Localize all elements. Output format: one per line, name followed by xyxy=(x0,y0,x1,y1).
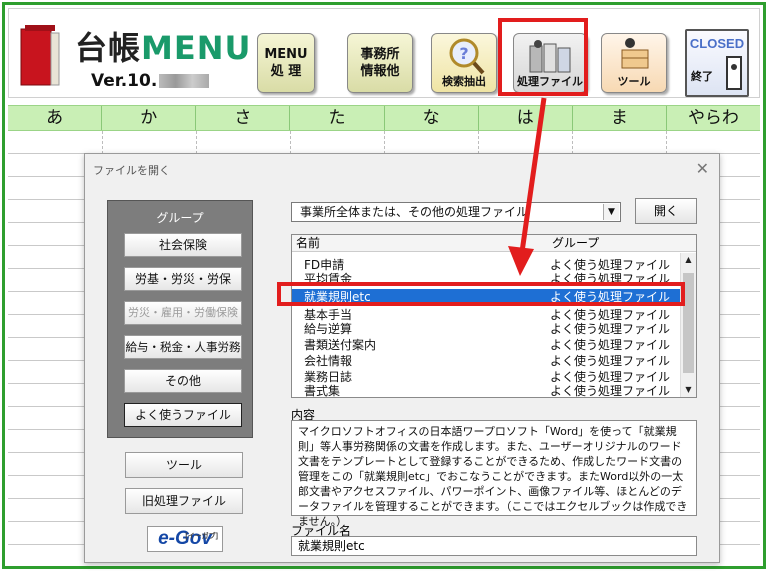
menu-label-line2: 処 理 xyxy=(270,64,302,79)
kana-tab-sa[interactable]: さ xyxy=(196,106,291,130)
scroll-up-icon[interactable]: ▲ xyxy=(681,253,696,267)
closed-sub-label: 終了 xyxy=(691,70,713,83)
close-icon[interactable]: ✕ xyxy=(696,159,709,178)
version-number-redacted xyxy=(159,74,210,88)
list-item-name: 書類送付案内 xyxy=(304,338,377,352)
list-item-group: よく使う処理ファイル xyxy=(550,354,671,368)
kana-tab-ka[interactable]: か xyxy=(102,106,197,130)
open-button[interactable]: 開く xyxy=(635,198,697,224)
tool-person-icon xyxy=(621,38,649,69)
office-info-button[interactable]: 事務所 情報他 xyxy=(347,33,413,93)
app-logo-title: 台帳MENU xyxy=(75,23,251,69)
close-app-button[interactable]: CLOSED 終了 xyxy=(685,29,749,97)
egov-logo-button[interactable]: e-Gov [イーガブ] xyxy=(147,526,223,552)
file-list[interactable]: 名前 グループ FD申請 よく使う処理ファイル 平均賃金 よく使う処理ファイル 就業… xyxy=(291,234,697,398)
group-button-labor-standards[interactable]: 労基・労災・労保 xyxy=(124,267,242,291)
group-button-frequent-files[interactable]: よく使うファイル xyxy=(124,403,242,427)
filename-field[interactable]: 就業規則etc xyxy=(291,536,697,556)
search-label: 検索抽出 xyxy=(442,75,486,88)
content-description: マイクロソフトオフィスの日本語ワープロソフト「Word」を使って「就業規則」等人… xyxy=(291,420,697,528)
exit-door-icon xyxy=(726,56,742,90)
book-logo-icon xyxy=(20,25,60,86)
version-label: Ver.10. xyxy=(91,71,210,91)
group-button-social-insurance[interactable]: 社会保険 xyxy=(124,233,242,257)
annotation-highlight-selected-row xyxy=(277,282,685,306)
open-file-dialog: ファイルを開く ✕ グループ 社会保険 労基・労災・労保 労災・雇用・労働保険 … xyxy=(84,153,720,563)
kana-tab-yarawa[interactable]: やらわ xyxy=(667,106,760,130)
list-item[interactable]: 給与逆算 よく使う処理ファイル xyxy=(292,321,680,337)
logo-latin: MENU xyxy=(141,29,252,67)
list-item-group: よく使う処理ファイル xyxy=(550,338,671,352)
group-button-employment-insurance: 労災・雇用・労働保険 xyxy=(124,301,242,325)
svg-text:?: ? xyxy=(459,44,468,63)
kana-tab-na[interactable]: な xyxy=(385,106,479,130)
list-item-group: よく使う処理ファイル xyxy=(550,322,671,336)
list-header-group[interactable]: グループ xyxy=(552,235,599,251)
scroll-down-icon[interactable]: ▼ xyxy=(681,383,696,397)
kana-tab-ma[interactable]: ま xyxy=(573,106,667,130)
list-header-name[interactable]: 名前 xyxy=(296,235,320,251)
version-prefix: Ver.10. xyxy=(91,71,158,91)
logo-kanji: 台帳 xyxy=(75,29,142,67)
group-button-payroll-tax[interactable]: 給与・税金・人事労務 xyxy=(124,335,242,359)
office-label-line2: 情報他 xyxy=(360,64,400,79)
office-label-line1: 事務所 xyxy=(360,47,400,62)
header: 台帳MENU Ver.10. MENU 処 理 事務所 情報他 ? 検索抽出 処理フ… xyxy=(8,8,760,98)
list-item-name: 会社情報 xyxy=(304,354,353,368)
magnifier-icon: ? xyxy=(449,38,485,75)
tool-button[interactable]: ツール xyxy=(601,33,667,93)
kana-tab-ta[interactable]: た xyxy=(290,106,385,130)
list-item[interactable]: 会社情報 よく使う処理ファイル xyxy=(292,353,680,369)
annotation-highlight-process-button xyxy=(498,18,588,96)
closed-label: CLOSED xyxy=(689,36,745,51)
group-panel-label: グループ xyxy=(156,211,204,225)
kana-index-bar: あ か さ た な は ま やらわ xyxy=(8,105,760,131)
search-extract-button[interactable]: ? 検索抽出 xyxy=(431,33,497,93)
list-item-name: 書式集 xyxy=(304,384,341,398)
old-process-files-button[interactable]: 旧処理ファイル xyxy=(125,488,243,514)
list-item-group: よく使う処理ファイル xyxy=(550,384,671,398)
tool-label: ツール xyxy=(617,75,651,88)
list-item[interactable]: 書式集 よく使う処理ファイル xyxy=(292,383,680,398)
tool-dialog-button[interactable]: ツール xyxy=(125,452,243,478)
egov-kana: [イーガブ] xyxy=(185,533,218,540)
category-select-value: 事業所全体または、その他の処理ファイル xyxy=(300,205,529,219)
group-panel: グループ 社会保険 労基・労災・労保 労災・雇用・労働保険 給与・税金・人事労務… xyxy=(107,200,253,438)
menu-label-line1: MENU xyxy=(264,47,308,62)
kana-tab-ha[interactable]: は xyxy=(479,106,573,130)
dialog-title: ファイルを開く xyxy=(93,164,170,177)
list-item[interactable]: 書類送付案内 よく使う処理ファイル xyxy=(292,337,680,353)
list-scrollbar[interactable]: ▲ ▼ xyxy=(680,253,696,397)
kana-tab-a[interactable]: あ xyxy=(8,106,103,130)
chevron-down-icon[interactable]: ▼ xyxy=(603,204,619,220)
group-button-other[interactable]: その他 xyxy=(124,369,242,393)
list-header: 名前 グループ xyxy=(292,235,696,252)
list-item-name: 給与逆算 xyxy=(304,322,353,336)
menu-process-button[interactable]: MENU 処 理 xyxy=(257,33,315,93)
category-select[interactable]: 事業所全体または、その他の処理ファイル ▼ xyxy=(291,202,621,222)
